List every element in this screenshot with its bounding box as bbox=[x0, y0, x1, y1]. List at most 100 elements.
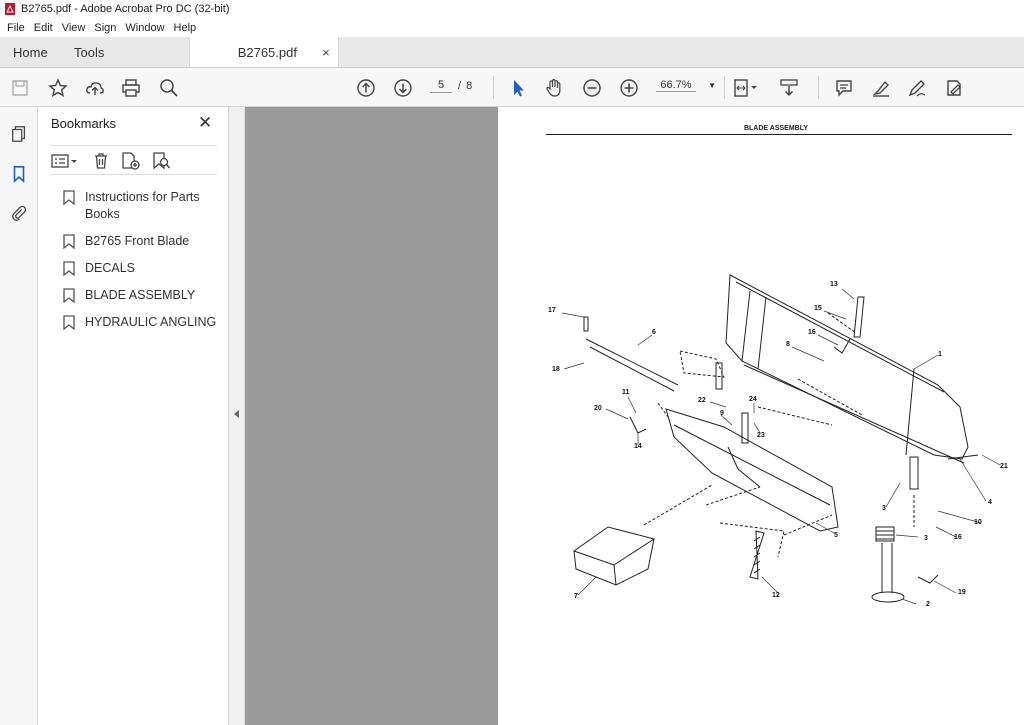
bookmark-label: Instructions for Parts Books bbox=[85, 190, 200, 221]
acrobat-app-icon bbox=[5, 3, 15, 15]
hand-icon bbox=[546, 78, 561, 97]
callout-label: 21 bbox=[1000, 463, 1008, 470]
callout-label: 1 bbox=[938, 351, 942, 358]
window-title-bar: B2765.pdf - Adobe Acrobat Pro DC (32-bit… bbox=[0, 0, 1024, 18]
menu-help[interactable]: Help bbox=[174, 22, 197, 34]
bookmark-icon bbox=[63, 288, 75, 303]
page-display-button[interactable] bbox=[731, 77, 761, 99]
upload-cloud-button[interactable] bbox=[84, 77, 106, 99]
bookmark-icon bbox=[63, 315, 75, 330]
tab-document[interactable]: B2765.pdf × bbox=[188, 37, 339, 67]
panel-splitter[interactable] bbox=[229, 107, 245, 725]
callout-label: 4 bbox=[988, 499, 992, 506]
paperclip-icon bbox=[12, 205, 27, 221]
zoom-out-button[interactable] bbox=[581, 77, 603, 99]
current-page-input[interactable]: 5 bbox=[430, 79, 452, 93]
callout-label: 12 bbox=[772, 592, 780, 599]
page-thumbnails-button[interactable] bbox=[9, 124, 29, 144]
callout-label: 22 bbox=[698, 397, 706, 404]
tab-document-label: B2765.pdf bbox=[237, 44, 297, 60]
bookmark-label: B2765 Front Blade bbox=[85, 234, 190, 248]
menu-sign[interactable]: Sign bbox=[94, 22, 116, 34]
print-button[interactable] bbox=[120, 77, 142, 99]
search-button[interactable] bbox=[158, 77, 180, 99]
comment-icon bbox=[836, 80, 852, 97]
document-page[interactable]: BLADE ASSEMBLY 1 2 3 3 4 5 6 7 8 9 10 11… bbox=[498, 107, 1024, 725]
callout-label: 10 bbox=[974, 519, 982, 526]
bookmarks-panel-title: Bookmarks bbox=[51, 116, 117, 131]
menu-file[interactable]: File bbox=[7, 22, 25, 34]
bookmark-star-button[interactable] bbox=[47, 77, 69, 99]
bookmarks-toolbar bbox=[51, 145, 217, 175]
bookmark-label: HYDRAULIC ANGLING bbox=[85, 315, 217, 329]
bookmark-label: DECALS bbox=[85, 261, 136, 275]
bookmark-item[interactable]: B2765 Front Blade bbox=[63, 233, 223, 250]
scroll-page-icon bbox=[780, 79, 798, 97]
callout-label: 2 bbox=[926, 601, 930, 608]
callout-label: 20 bbox=[594, 405, 602, 412]
find-bookmark-button[interactable] bbox=[152, 152, 172, 170]
highlight-button[interactable] bbox=[870, 77, 892, 99]
callout-label: 24 bbox=[749, 396, 757, 403]
previous-page-button[interactable] bbox=[355, 77, 377, 99]
magnifier-icon bbox=[160, 79, 178, 97]
bookmark-options-button[interactable] bbox=[51, 152, 79, 170]
page-navigator: 5 / 8 bbox=[430, 79, 472, 93]
callout-label: 7 bbox=[574, 593, 578, 600]
hand-tool-button[interactable] bbox=[543, 77, 565, 99]
bookmark-item[interactable]: BLADE ASSEMBLY bbox=[63, 287, 223, 304]
tab-bar: Home Tools B2765.pdf × bbox=[0, 37, 1024, 68]
bookmark-search-icon bbox=[153, 152, 171, 170]
zoom-level-value: 66.7% bbox=[656, 79, 696, 92]
callout-label: 13 bbox=[830, 281, 838, 288]
close-panel-button[interactable]: ✕ bbox=[198, 113, 212, 133]
page-fit-icon bbox=[734, 79, 757, 97]
fill-sign-icon bbox=[947, 80, 961, 96]
next-page-button[interactable] bbox=[392, 77, 414, 99]
star-icon bbox=[48, 78, 68, 97]
main-toolbar: 5 / 8 66.7% ▼ bbox=[0, 68, 1024, 107]
tab-home[interactable]: Home bbox=[0, 37, 61, 67]
callout-label: 5 bbox=[834, 532, 838, 539]
callout-label: 6 bbox=[652, 329, 656, 336]
bookmark-item[interactable]: Instructions for Parts Books bbox=[63, 189, 223, 223]
toolbar-divider bbox=[493, 76, 494, 99]
arrow-down-circle-icon bbox=[394, 79, 412, 97]
save-icon bbox=[12, 80, 28, 96]
tab-tools[interactable]: Tools bbox=[61, 37, 117, 67]
fill-sign-button[interactable] bbox=[943, 77, 965, 99]
cursor-arrow-icon bbox=[514, 80, 524, 97]
menu-view[interactable]: View bbox=[62, 22, 86, 34]
arrow-up-circle-icon bbox=[357, 79, 375, 97]
collapse-panel-arrow-icon[interactable] bbox=[234, 410, 239, 418]
new-bookmark-icon bbox=[122, 152, 140, 170]
bookmark-item[interactable]: DECALS bbox=[63, 260, 223, 277]
zoom-in-button[interactable] bbox=[618, 77, 640, 99]
delete-bookmark-button[interactable] bbox=[92, 152, 110, 170]
blade-assembly-diagram bbox=[561, 274, 1001, 605]
bookmarks-panel-button[interactable] bbox=[9, 164, 29, 184]
menu-edit[interactable]: Edit bbox=[34, 22, 53, 34]
callout-label: 3 bbox=[882, 505, 886, 512]
bookmark-item[interactable]: HYDRAULIC ANGLING bbox=[63, 314, 223, 331]
draw-button[interactable] bbox=[906, 77, 928, 99]
new-bookmark-button[interactable] bbox=[121, 152, 141, 170]
zoom-level-dropdown[interactable]: 66.7% ▼ bbox=[656, 79, 716, 92]
comment-button[interactable] bbox=[833, 77, 855, 99]
bookmark-icon bbox=[63, 234, 75, 249]
menu-window[interactable]: Window bbox=[125, 22, 164, 34]
printer-icon bbox=[122, 79, 140, 97]
callout-label: 18 bbox=[552, 366, 560, 373]
select-tool-button[interactable] bbox=[507, 77, 529, 99]
callout-label: 3 bbox=[924, 535, 928, 542]
pen-draw-icon bbox=[908, 80, 926, 97]
toolbar-divider bbox=[818, 76, 819, 99]
total-pages: 8 bbox=[466, 80, 473, 92]
scroll-mode-button[interactable] bbox=[778, 77, 800, 99]
callout-label: 11 bbox=[622, 389, 630, 396]
tab-close-button[interactable]: × bbox=[322, 45, 330, 60]
callout-label: 19 bbox=[958, 589, 966, 596]
bookmarks-list: Instructions for Parts Books B2765 Front… bbox=[63, 189, 223, 341]
save-button[interactable] bbox=[9, 77, 31, 99]
attachments-button[interactable] bbox=[9, 203, 29, 223]
